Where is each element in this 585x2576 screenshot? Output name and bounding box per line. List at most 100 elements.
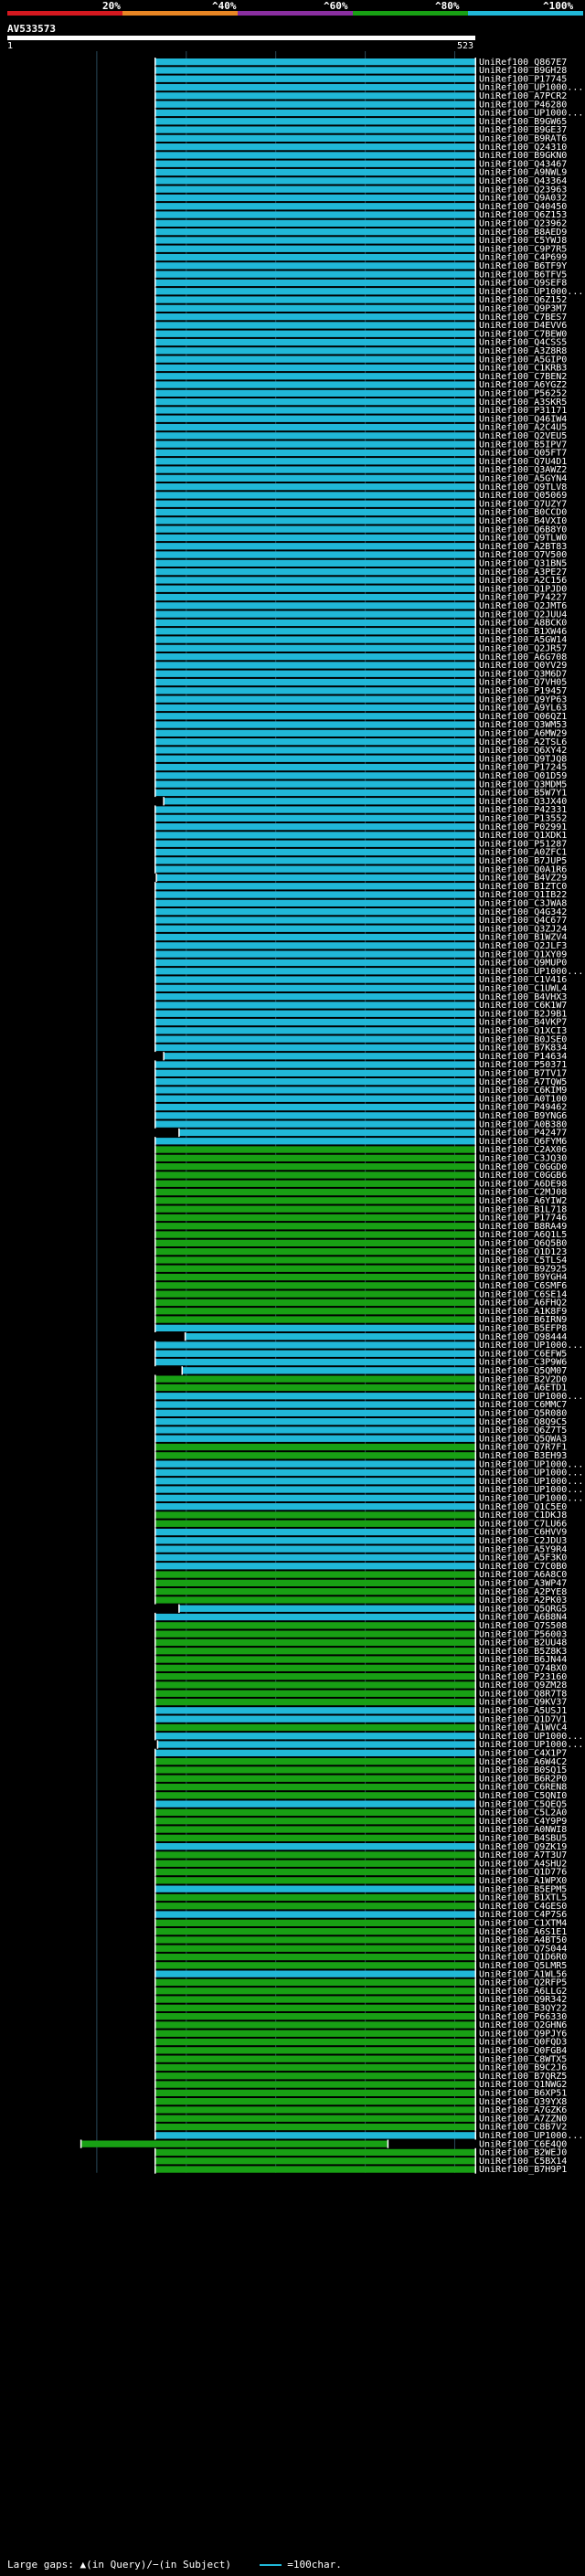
hit-end-tick xyxy=(474,873,476,883)
hit-end-tick xyxy=(474,1859,476,1868)
hit-start-tick xyxy=(154,1026,156,1035)
hit-end-tick xyxy=(474,100,476,109)
hit-row[interactable]: UniRef100_B7H9P1 xyxy=(154,2165,567,2175)
hit-bar xyxy=(155,2047,475,2054)
hit-end-tick xyxy=(474,746,476,755)
hit-end-tick xyxy=(474,143,476,152)
hit-end-tick xyxy=(474,1867,476,1877)
hit-start-tick xyxy=(154,967,156,976)
hit-end-tick xyxy=(474,1034,476,1044)
hit-start-tick xyxy=(154,193,156,203)
hit-start-tick xyxy=(154,567,156,577)
hit-end-tick xyxy=(474,592,476,602)
hit-end-tick xyxy=(474,1570,476,1579)
hit-start-tick xyxy=(154,218,156,228)
hit-end-tick xyxy=(474,1357,476,1367)
hit-start-tick xyxy=(154,1714,156,1723)
hit-bar xyxy=(155,1214,475,1222)
hit-bar xyxy=(155,500,475,507)
hit-end-tick xyxy=(474,1026,476,1035)
hit-bar xyxy=(155,1478,475,1485)
hit-start-tick xyxy=(178,1604,180,1613)
hit-bar xyxy=(155,984,475,991)
hit-bar xyxy=(155,1945,475,1952)
hit-start-tick xyxy=(154,1807,156,1818)
hit-end-tick xyxy=(474,661,476,670)
hit-start-tick xyxy=(154,1621,156,1630)
hit-start-tick xyxy=(154,321,156,330)
hit-end-tick xyxy=(474,1307,476,1316)
hit-start-tick xyxy=(154,975,156,984)
hit-start-tick xyxy=(154,669,156,678)
hit-start-tick xyxy=(154,440,156,449)
hit-end-tick xyxy=(474,1204,476,1214)
hit-end-tick xyxy=(474,1077,476,1087)
hit-end-tick xyxy=(474,66,476,75)
hit-label[interactable]: UniRef100_B7H9P1 xyxy=(479,2165,567,2175)
hit-end-tick xyxy=(474,1723,476,1733)
hit-end-tick xyxy=(474,1043,476,1053)
hit-start-tick xyxy=(154,746,156,755)
hit-start-tick xyxy=(154,754,156,763)
hit-start-tick xyxy=(154,313,156,322)
hit-start-tick xyxy=(154,185,156,194)
hit-bar xyxy=(155,1197,475,1204)
hit-start-tick xyxy=(154,1799,156,1808)
hit-bar xyxy=(155,1766,475,1774)
hit-start-tick xyxy=(154,1392,156,1401)
hit-end-tick xyxy=(474,949,476,959)
hit-bar xyxy=(155,1851,475,1859)
hit-bar xyxy=(155,1630,475,1638)
hit-bar xyxy=(155,2055,475,2062)
hit-end-tick xyxy=(474,252,476,262)
hit-bar xyxy=(155,2148,475,2157)
hit-end-tick xyxy=(474,941,476,950)
hit-bar xyxy=(155,1460,475,1468)
hit-end-tick xyxy=(474,431,476,440)
hit-bar xyxy=(155,262,475,270)
hit-bar xyxy=(155,2030,475,2037)
hit-bar xyxy=(155,186,475,193)
hit-start-tick xyxy=(154,1927,156,1936)
hit-end-tick xyxy=(474,321,476,330)
hit-end-tick xyxy=(474,1799,476,1808)
hit-bar xyxy=(155,1648,475,1655)
hit-end-tick xyxy=(474,788,476,798)
hit-bar xyxy=(155,695,475,703)
hit-end-tick xyxy=(474,694,476,704)
hit-bar xyxy=(155,1146,475,1153)
hit-bar xyxy=(155,1843,475,1850)
hit-start-tick xyxy=(154,1323,156,1332)
hit-end-tick xyxy=(474,643,476,652)
hit-end-tick xyxy=(474,1256,476,1265)
hit-start-tick xyxy=(154,1697,156,1707)
hit-start-tick xyxy=(154,592,156,602)
hit-bar xyxy=(155,1239,475,1246)
hit-end-tick xyxy=(474,525,476,534)
hit-bar xyxy=(155,1180,475,1187)
hit-bar xyxy=(155,1061,475,1068)
hit-start-tick xyxy=(154,2131,156,2140)
hit-bar xyxy=(155,423,475,431)
hit-start-tick xyxy=(154,1782,156,1792)
hit-end-tick xyxy=(474,1281,476,1290)
hit-bar xyxy=(155,347,475,355)
hit-bar xyxy=(155,1893,475,1902)
hit-start-tick xyxy=(154,2062,156,2072)
hit-bar xyxy=(155,237,475,244)
hit-bar xyxy=(155,1248,475,1256)
hit-start-tick xyxy=(154,159,156,168)
hit-start-tick xyxy=(163,1052,165,1061)
hit-end-tick xyxy=(387,2139,389,2148)
hit-bar xyxy=(155,917,475,924)
hit-start-tick xyxy=(154,380,156,389)
hit-start-tick xyxy=(154,932,156,942)
hit-bar xyxy=(155,1962,475,1969)
hit-start-tick xyxy=(154,2080,156,2089)
hit-end-tick xyxy=(474,1068,476,1077)
hit-end-tick xyxy=(474,1017,476,1027)
hit-bar xyxy=(155,432,475,440)
hit-bar xyxy=(155,772,475,779)
hit-end-tick xyxy=(474,686,476,695)
hit-rows: UniRef100_Q867E7UniRef100_B9GH28UniRef10… xyxy=(80,58,583,2175)
